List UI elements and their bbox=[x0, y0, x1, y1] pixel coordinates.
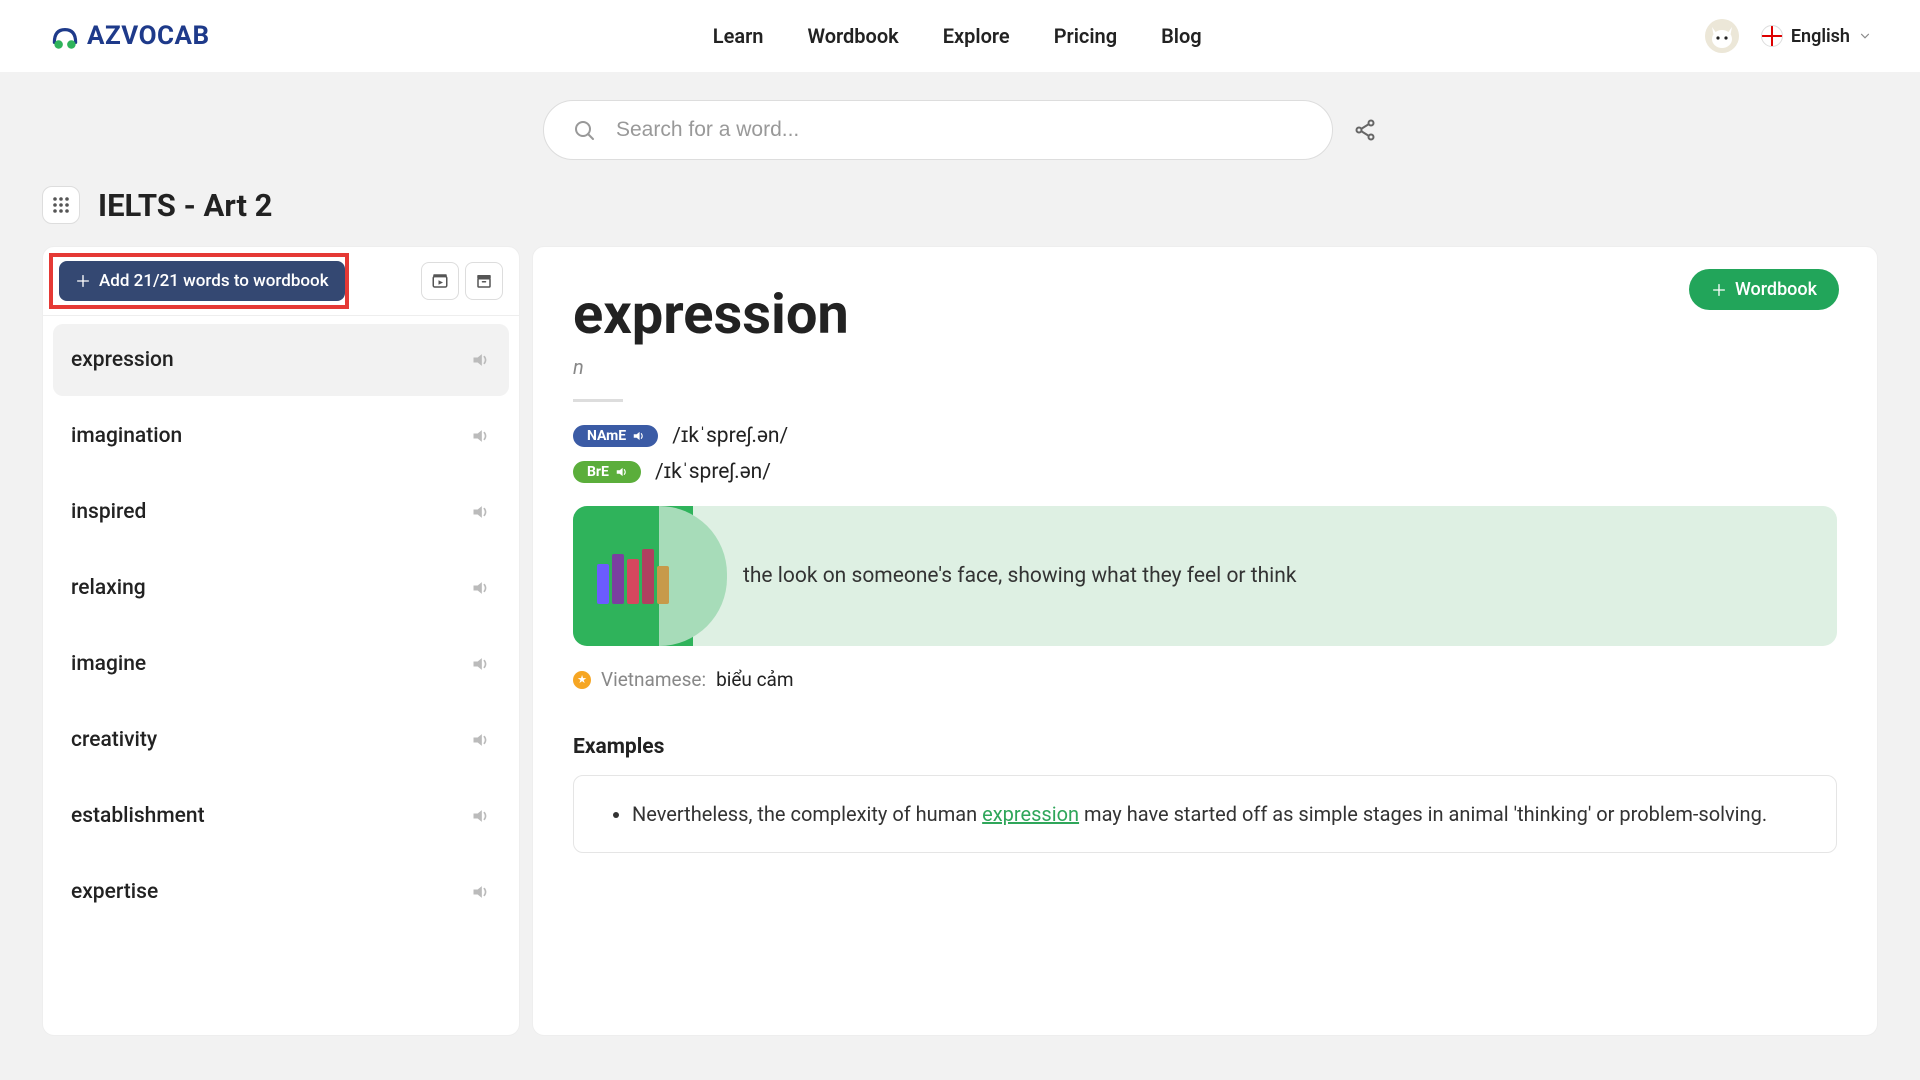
speaker-icon[interactable] bbox=[471, 502, 491, 522]
word-list[interactable]: expression imagination inspired relaxing ima… bbox=[43, 316, 519, 1035]
language-label: English bbox=[1791, 26, 1850, 47]
archive-button[interactable] bbox=[465, 262, 503, 300]
name-badge-label: NAmE bbox=[587, 428, 626, 444]
logo-text: AZVOCAB bbox=[87, 21, 210, 51]
translation-value: biểu cảm bbox=[716, 668, 794, 691]
nav-link-explore[interactable]: Explore bbox=[943, 24, 1010, 48]
examples-list: Nevertheless, the complexity of human ex… bbox=[602, 798, 1808, 830]
bre-ipa: /ɪkˈspreʃ.ən/ bbox=[655, 460, 771, 484]
add-all-button[interactable]: Add 21/21 words to wordbook bbox=[59, 261, 345, 301]
speaker-icon[interactable] bbox=[471, 806, 491, 826]
word-row[interactable]: establishment bbox=[53, 780, 509, 852]
sidebar: Add 21/21 words to wordbook expression im… bbox=[42, 246, 520, 1036]
main-area: IELTS - Art 2 Add 21/21 words to wordboo… bbox=[0, 72, 1920, 1080]
sidebar-header: Add 21/21 words to wordbook bbox=[43, 247, 519, 316]
share-icon[interactable] bbox=[1353, 118, 1377, 142]
bre-badge-label: BrE bbox=[587, 464, 609, 480]
page-title: IELTS - Art 2 bbox=[98, 187, 272, 224]
speaker-icon[interactable] bbox=[471, 730, 491, 750]
word-label: inspired bbox=[71, 500, 146, 524]
word-label: expertise bbox=[71, 880, 158, 904]
search-icon bbox=[572, 118, 596, 142]
name-ipa: /ɪkˈspreʃ.ən/ bbox=[672, 424, 788, 448]
speaker-icon[interactable] bbox=[471, 654, 491, 674]
word-label: relaxing bbox=[71, 576, 146, 600]
nav-link-learn[interactable]: Learn bbox=[713, 24, 764, 48]
logo[interactable]: AZVOCAB bbox=[48, 19, 210, 53]
divider bbox=[573, 399, 623, 402]
pronunciation-bre: BrE /ɪkˈspreʃ.ən/ bbox=[573, 460, 1837, 484]
bre-badge[interactable]: BrE bbox=[573, 461, 641, 483]
wordbook-button[interactable]: Wordbook bbox=[1689, 269, 1839, 310]
name-badge[interactable]: NAmE bbox=[573, 425, 658, 447]
search-box[interactable] bbox=[543, 100, 1333, 160]
content-row: Add 21/21 words to wordbook expression im… bbox=[0, 246, 1920, 1036]
search-row bbox=[0, 72, 1920, 178]
wordbook-button-label: Wordbook bbox=[1735, 279, 1817, 300]
search-input[interactable] bbox=[616, 118, 1304, 142]
nav-right: English bbox=[1705, 19, 1872, 53]
flag-icon bbox=[1761, 25, 1783, 47]
word-row[interactable]: imagine bbox=[53, 628, 509, 700]
word-label: imagine bbox=[71, 652, 146, 676]
star-icon: ★ bbox=[573, 671, 591, 689]
example-item: Nevertheless, the complexity of human ex… bbox=[632, 798, 1808, 830]
archive-icon bbox=[475, 272, 493, 290]
logo-icon bbox=[48, 19, 82, 53]
add-all-label: Add 21/21 words to wordbook bbox=[99, 271, 329, 291]
apps-icon bbox=[52, 196, 70, 214]
word-row[interactable]: creativity bbox=[53, 704, 509, 776]
navbar: AZVOCAB Learn Wordbook Explore Pricing B… bbox=[0, 0, 1920, 72]
examples-card: Nevertheless, the complexity of human ex… bbox=[573, 775, 1837, 853]
language-selector[interactable]: English bbox=[1761, 25, 1872, 47]
translation-label: Vietnamese: bbox=[601, 668, 706, 691]
examples-title: Examples bbox=[573, 735, 1837, 759]
speaker-icon[interactable] bbox=[471, 350, 491, 370]
apps-button[interactable] bbox=[42, 186, 80, 224]
video-button[interactable] bbox=[421, 262, 459, 300]
definition-card: the look on someone's face, showing what… bbox=[573, 506, 1837, 646]
detail-pane: Wordbook expression n NAmE /ɪkˈspreʃ.ən/… bbox=[532, 246, 1878, 1036]
plus-icon bbox=[75, 273, 91, 289]
word-row[interactable]: imagination bbox=[53, 400, 509, 472]
definition-text: the look on someone's face, showing what… bbox=[693, 564, 1327, 588]
pronunciation-name: NAmE /ɪkˈspreʃ.ən/ bbox=[573, 424, 1837, 448]
speaker-icon[interactable] bbox=[471, 426, 491, 446]
part-of-speech: n bbox=[573, 355, 1837, 379]
chevron-down-icon bbox=[1858, 29, 1872, 43]
nav-link-blog[interactable]: Blog bbox=[1161, 24, 1202, 48]
word-label: expression bbox=[71, 348, 174, 372]
example-highlight: expression bbox=[982, 802, 1079, 826]
nav-link-wordbook[interactable]: Wordbook bbox=[807, 24, 898, 48]
play-box-icon bbox=[431, 272, 449, 290]
speaker-icon[interactable] bbox=[471, 578, 491, 598]
nav-links: Learn Wordbook Explore Pricing Blog bbox=[713, 24, 1202, 48]
word-label: imagination bbox=[71, 424, 182, 448]
definition-illustration bbox=[573, 506, 693, 646]
word-row[interactable]: inspired bbox=[53, 476, 509, 548]
plus-icon bbox=[1711, 282, 1727, 298]
avatar[interactable] bbox=[1705, 19, 1739, 53]
word-row[interactable]: relaxing bbox=[53, 552, 509, 624]
books-icon bbox=[597, 549, 669, 604]
speaker-icon[interactable] bbox=[471, 882, 491, 902]
nav-link-pricing[interactable]: Pricing bbox=[1054, 24, 1117, 48]
word-label: establishment bbox=[71, 804, 205, 828]
translation-row: ★ Vietnamese: biểu cảm bbox=[573, 668, 1837, 691]
word-row[interactable]: expertise bbox=[53, 856, 509, 928]
speaker-icon bbox=[615, 465, 629, 479]
sidebar-header-actions bbox=[421, 262, 503, 300]
title-row: IELTS - Art 2 bbox=[0, 178, 1920, 246]
word-row[interactable]: expression bbox=[53, 324, 509, 396]
word-label: creativity bbox=[71, 728, 157, 752]
headword: expression bbox=[573, 281, 1837, 347]
speaker-icon bbox=[632, 429, 646, 443]
